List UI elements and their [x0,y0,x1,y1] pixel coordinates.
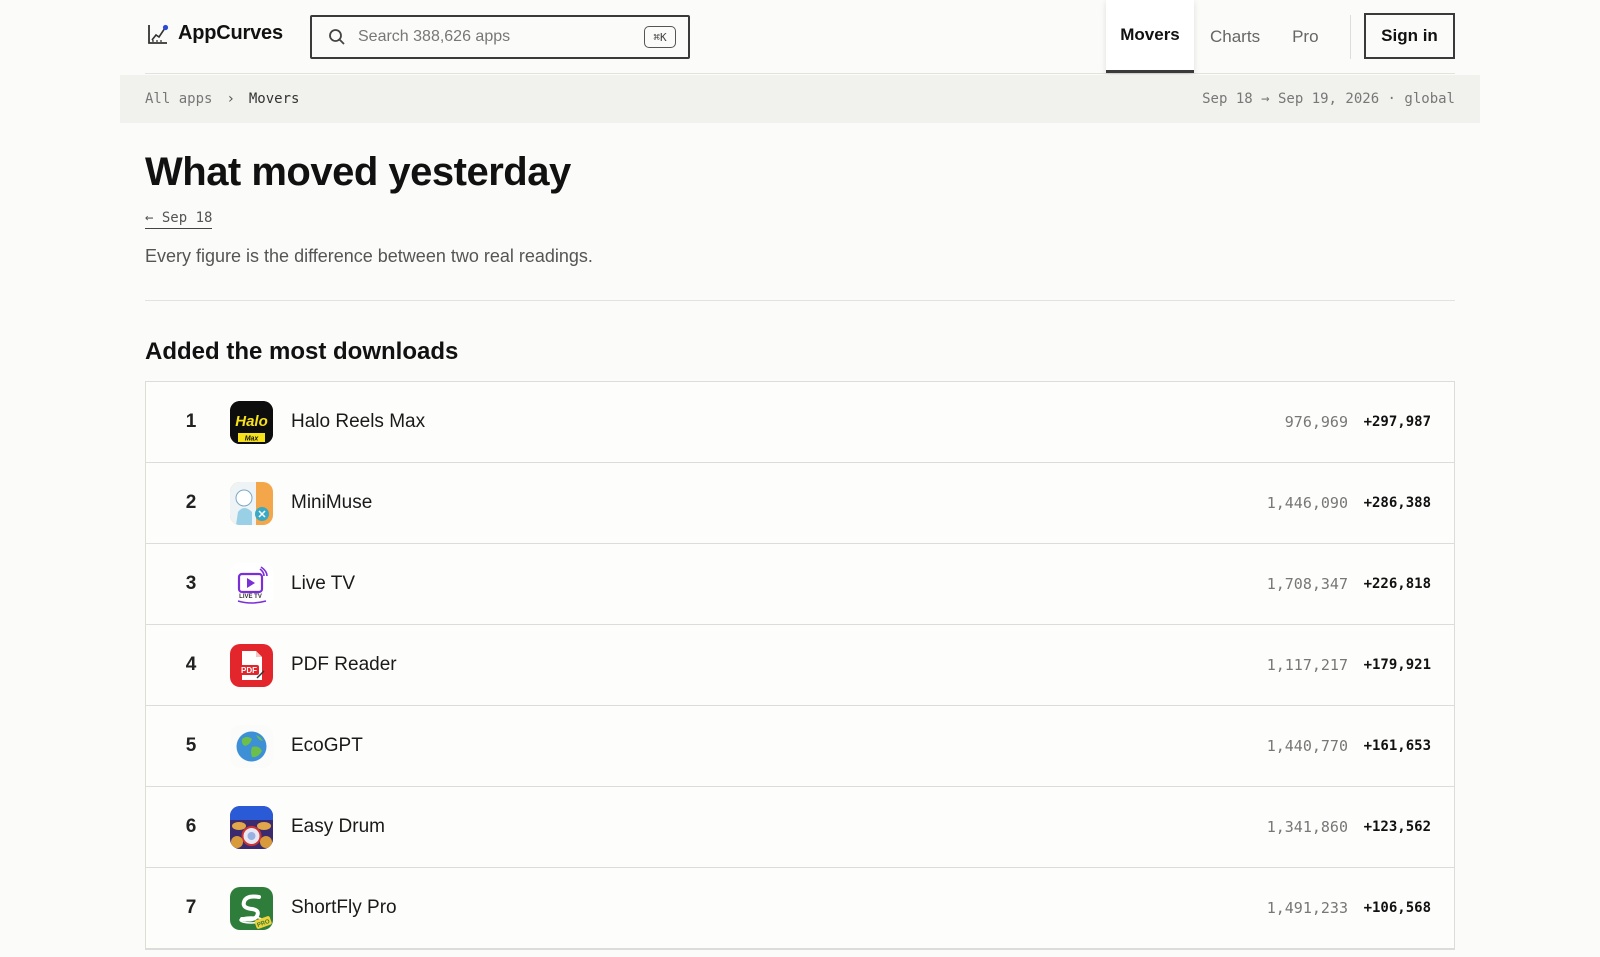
total-downloads: 1,708,347 [1266,575,1348,593]
download-delta: +179,921 [1363,657,1431,673]
download-delta: +106,568 [1363,900,1431,916]
search-box[interactable]: ⌘K [310,15,690,59]
row-rank: 6 [185,816,197,837]
app-name: Live TV [291,573,356,594]
app-name: PDF Reader [291,654,397,675]
table-row[interactable]: 3 LIVE TV Live TV 1,708,347 +226,818 [146,544,1454,625]
halo-icon-text: Halo [235,413,268,430]
nav-movers[interactable]: Movers [1106,0,1194,73]
app-name: Easy Drum [291,816,385,837]
movers-table: 1 Halo Max Halo Reels Max 976,969 +297,9… [145,381,1455,950]
shortfly-pro-icon: PRO [230,886,273,930]
pdf-icon-text: PDF [241,666,257,675]
download-delta: +297,987 [1363,414,1431,430]
table-row[interactable]: 4 PDF PDF Reader 1,117,217 +179,921 [146,625,1454,706]
app-name: EcoGPT [291,735,363,756]
app-name: MiniMuse [291,492,373,513]
search-input[interactable] [358,28,638,46]
nav-charts[interactable]: Charts [1194,0,1276,73]
row-rank: 1 [185,411,197,432]
row-rank: 7 [185,897,197,918]
page-title: What moved yesterday [145,150,571,194]
breadcrumb-all-apps[interactable]: All apps [145,91,212,107]
download-delta: +161,653 [1363,738,1431,754]
total-downloads: 1,341,860 [1266,818,1348,836]
download-delta: +226,818 [1363,576,1431,592]
top-header: AppCurves ⌘K Movers Charts Pro Sign in [145,0,1455,74]
download-delta: +286,388 [1363,495,1431,511]
breadcrumb-separator: › [226,91,235,107]
live-tv-icon-text: LIVE TV [239,594,262,600]
table-row[interactable]: 7 PRO ShortFly Pro 1,491,233 +106,568 [146,868,1454,949]
easy-drum-icon [230,805,273,849]
table-row[interactable]: 2 MiniMuse 1,446,090 +286,388 [146,463,1454,544]
app-name: ShortFly Pro [291,897,397,918]
brand-name: AppCurves [178,22,283,44]
total-downloads: 1,117,217 [1266,656,1348,674]
chart-logo-icon [148,24,169,44]
sign-in-button[interactable]: Sign in [1364,13,1455,59]
table-row[interactable]: 5 EcoGPT 1,440,770 +161,653 [146,706,1454,787]
halo-icon-subtext: Max [245,435,260,442]
row-rank: 4 [185,654,197,675]
table-row[interactable]: 6 Easy Drum 1,341,860 +123,562 [146,787,1454,868]
table-row[interactable]: 1 Halo Max Halo Reels Max 976,969 +297,9… [146,382,1454,463]
app-name: Halo Reels Max [291,411,426,432]
keyboard-shortcut-badge: ⌘K [644,26,676,48]
breadcrumb-current: Movers [248,91,300,107]
nav-divider [1350,15,1351,59]
download-delta: +123,562 [1363,819,1431,835]
total-downloads: 1,440,770 [1266,737,1348,755]
total-downloads: 1,491,233 [1266,899,1348,917]
ecogpt-icon [230,724,273,768]
main-nav: Movers Charts Pro [1106,0,1335,73]
live-tv-icon: LIVE TV [230,562,273,606]
pdf-reader-icon: PDF [230,643,273,687]
nav-pro[interactable]: Pro [1276,0,1334,73]
section-title: Added the most downloads [145,338,459,365]
total-downloads: 1,446,090 [1266,494,1348,512]
search-icon [329,29,345,45]
section-divider [145,300,1455,301]
row-rank: 3 [185,573,197,594]
previous-day-link[interactable]: ← Sep 18 [145,210,213,229]
page-subtitle: Every figure is the difference between t… [145,246,593,266]
minimuse-icon [230,481,273,525]
halo-reels-max-icon: Halo Max [230,400,273,444]
total-downloads: 976,969 [1284,413,1348,431]
row-rank: 2 [185,492,197,513]
breadcrumb-bar: All apps › Movers Sep 18 → Sep 19, 2026 … [120,75,1480,123]
date-range: Sep 18 → Sep 19, 2026 · global [1202,91,1455,107]
brand-logo[interactable]: AppCurves [147,22,283,45]
row-rank: 5 [185,735,197,756]
